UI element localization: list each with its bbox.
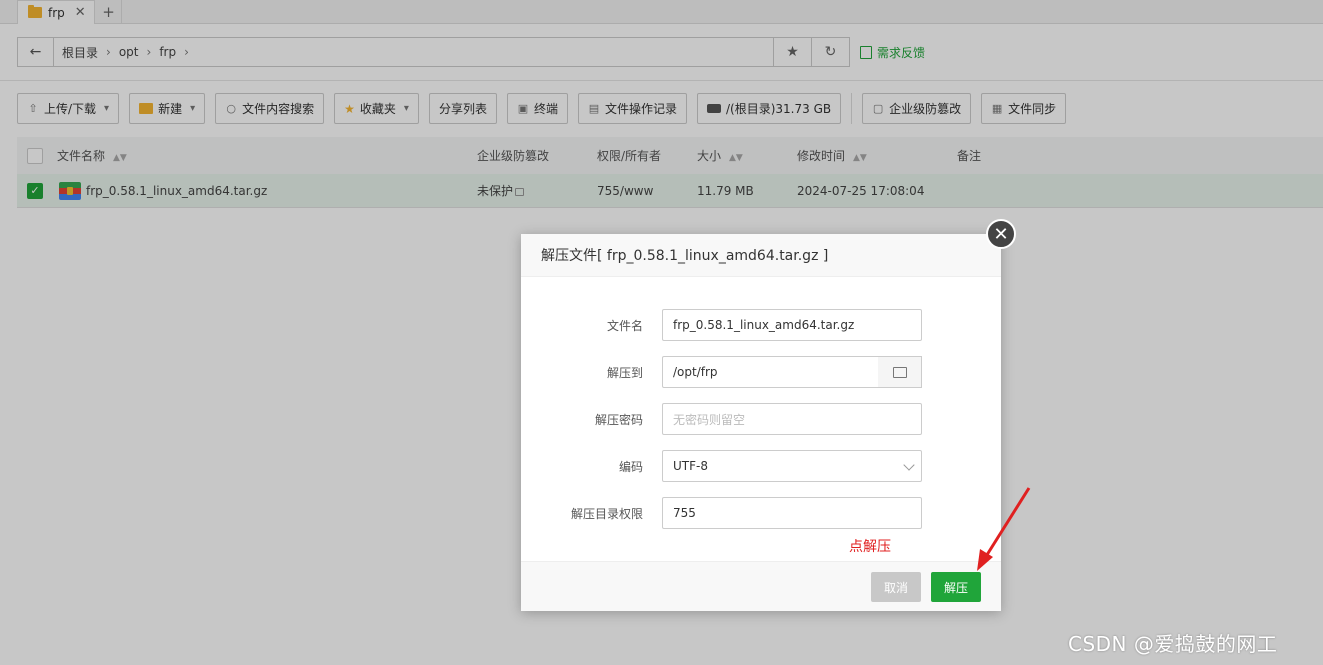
permission-row: 解压目录权限 755 — [521, 497, 1001, 529]
watermark: CSDN @爱捣鼓的网工 — [1068, 632, 1278, 656]
destination-label: 解压到 — [606, 366, 643, 380]
chevron-down-icon — [903, 459, 915, 471]
encoding-label: 编码 — [618, 460, 643, 474]
password-label: 解压密码 — [594, 413, 643, 427]
permission-label: 解压目录权限 — [570, 507, 643, 521]
close-dialog-button[interactable]: ✕ — [986, 219, 1016, 249]
extract-dialog: 解压文件[ frp_0.58.1_linux_amd64.tar.gz ] ✕ … — [521, 219, 1016, 611]
encoding-value: UTF-8 — [673, 459, 708, 473]
destination-row: 解压到 /opt/frp — [521, 356, 1001, 388]
dialog-footer: 取消 解压 — [521, 561, 1001, 611]
browse-folder-button[interactable] — [878, 356, 922, 388]
password-input[interactable]: 无密码则留空 — [662, 403, 922, 435]
permission-input[interactable]: 755 — [662, 497, 922, 529]
dialog-title: 解压文件[ frp_0.58.1_linux_amd64.tar.gz ] — [521, 234, 1001, 277]
cancel-button[interactable]: 取消 — [871, 572, 921, 602]
filename-input[interactable]: frp_0.58.1_linux_amd64.tar.gz — [662, 309, 922, 341]
destination-input[interactable]: /opt/frp — [662, 356, 879, 388]
filename-label: 文件名 — [606, 319, 643, 333]
annotation-hint: 点解压 — [849, 539, 891, 555]
folder-icon — [892, 366, 907, 378]
filename-row: 文件名 frp_0.58.1_linux_amd64.tar.gz — [521, 309, 1001, 341]
extract-button[interactable]: 解压 — [931, 572, 981, 602]
encoding-row: 编码 UTF-8 — [521, 450, 1001, 482]
encoding-select[interactable]: UTF-8 — [662, 450, 922, 482]
password-row: 解压密码 无密码则留空 — [521, 403, 1001, 435]
